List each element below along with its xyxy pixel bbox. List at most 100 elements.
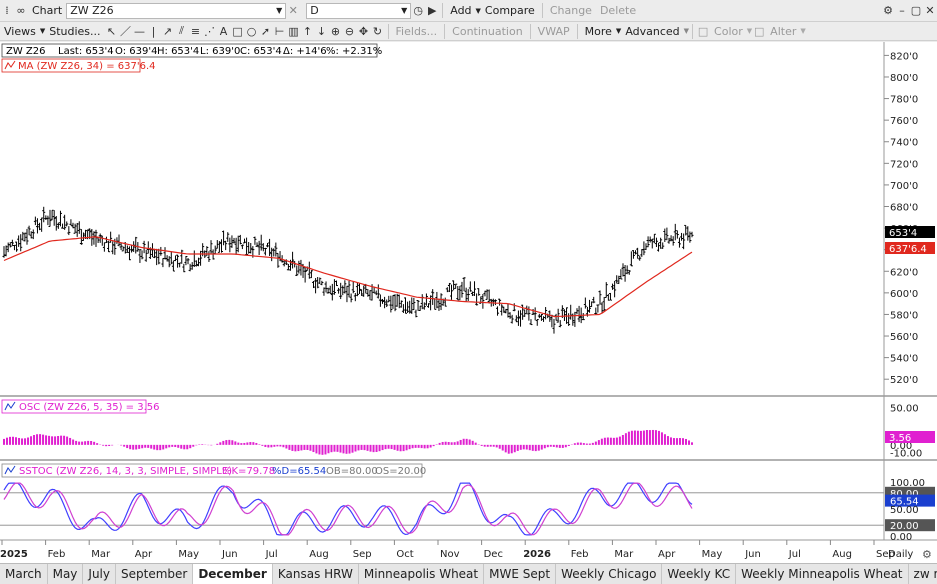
pan-icon[interactable]: ✥ [357,24,371,38]
ohlc-bar [330,283,334,301]
ohlc-bar [535,319,539,326]
contract-tab[interactable]: MWE Sept [484,564,557,584]
contract-tab[interactable]: Weekly Minneapolis Wheat [736,564,909,584]
period-value: D [310,4,319,17]
play-icon[interactable]: ▶ [425,4,439,18]
ohlc-bar [682,233,686,250]
k-series-line [3,482,693,536]
settings-icon[interactable]: ⚙ [922,548,932,561]
ray-icon[interactable]: ↗ [161,24,175,38]
text-tool-icon[interactable]: A [217,24,231,38]
continuation-button[interactable]: Continuation [448,23,527,40]
compare-button[interactable]: Compare [481,2,539,19]
chevron-down-icon[interactable]: ▼ [800,27,805,35]
ohlc-bar [642,241,646,256]
contract-tab[interactable]: Minneapolis Wheat [359,564,485,584]
studies-button[interactable]: Studies... [45,23,104,40]
alter-button[interactable]: Alter [766,23,800,40]
ohlc-bar [433,298,437,310]
price-tick-label: 620'0 [890,267,918,278]
bars-icon[interactable]: ▥ [287,24,301,38]
ohlc-bar [360,289,364,296]
contract-tab[interactable]: July [83,564,116,584]
price-tick-label: 700'0 [890,181,918,192]
price-axis[interactable]: 820'0 800'0 780'0 760'0 740'0 720'0 700'0 680'0… [884,51,918,386]
contract-tab[interactable]: December [193,564,273,584]
minimize-icon[interactable]: – [895,4,909,18]
contract-tab[interactable]: September [116,564,194,584]
legend-low: L: 639'0 [200,46,240,57]
zoom-in-icon[interactable]: ⊕ [329,24,343,38]
chevron-down-icon[interactable]: ▼ [684,27,689,35]
sstoc-os-text: OS=20.00 [375,466,426,477]
vwap-button[interactable]: VWAP [534,23,574,40]
sstoc-ob-text: OB=80.00 [326,466,378,477]
gann-icon[interactable]: ⋰ [203,24,217,38]
more-button[interactable]: More [581,23,616,40]
ohlc-bar [171,260,175,272]
arrow-down-icon[interactable]: ↓ [315,24,329,38]
line-tool-icon[interactable]: ／ [119,24,133,38]
time-tick-label: Apr [135,549,153,560]
ohlc-bar [498,298,502,306]
contract-tab[interactable]: Weekly KC [662,564,737,584]
advanced-button[interactable]: Advanced [621,23,683,40]
change-button[interactable]: Change [546,2,596,19]
ohlc-bar [15,241,19,252]
ohlc-bar [475,293,479,306]
time-tick-label: Aug [309,549,329,560]
arrow-icon[interactable]: ➚ [259,24,273,38]
ohlc-bar [496,306,500,316]
ohlc-bar [690,231,694,238]
marker-icon[interactable]: ⊢ [273,24,287,38]
cursor-icon[interactable]: ↖ [105,24,119,38]
refresh-icon[interactable]: ↻ [371,24,385,38]
contract-tab[interactable]: May [48,564,84,584]
horizontal-line-icon[interactable]: — [133,24,147,38]
alter-checkbox-icon[interactable]: □ [752,24,766,38]
maximize-icon[interactable]: ▢ [909,4,923,18]
rectangle-icon[interactable]: □ [231,24,245,38]
zoom-out-icon[interactable]: ⊖ [343,24,357,38]
ohlc-bar [590,301,594,307]
chart-canvas[interactable]: ZW Z26 Last: 653'4 O: 639'4 H: 653'4 L: … [0,42,937,563]
ellipse-icon[interactable]: ○ [245,24,259,38]
ohlc-bar [671,236,675,246]
close-window-icon[interactable]: ✕ [923,4,937,18]
vertical-line-icon[interactable]: | [147,24,161,38]
chart-area[interactable]: ZW Z26 Last: 653'4 O: 639'4 H: 653'4 L: … [0,42,937,563]
color-button[interactable]: Color [710,23,747,40]
contract-tab[interactable]: zw mwe [909,564,937,584]
ohlc-bar [255,242,259,247]
ohlc-bar [462,277,466,292]
contract-tab[interactable]: Weekly Chicago [556,564,663,584]
fields-button[interactable]: Fields... [392,23,442,40]
link-icon[interactable]: ∞ [14,4,28,18]
symbol-input[interactable]: ZW Z26 ▼ [66,2,287,19]
close-icon[interactable]: ✕ [286,4,300,18]
ohlc-bar [339,282,343,300]
chevron-down-icon[interactable]: ▼ [401,6,407,15]
clock-icon[interactable]: ◷ [411,4,425,18]
contract-tab[interactable]: March [0,564,48,584]
ohlc-bar [435,291,439,309]
ohlc-bar [608,292,612,301]
sstoc-axis[interactable]: 100.0080.0065.5450.0020.000.00 [885,478,935,543]
contract-tab[interactable]: Kansas HRW [273,564,359,584]
sstoc-legend-text: SSTOC (ZW Z26, 14, 3, 3, SIMPLE, SIMPLE) [19,466,232,477]
time-axis[interactable]: 2025 Feb Mar Apr May Jun Jul Aug Sep Oct Nov Dec 202… [0,540,895,560]
add-button[interactable]: Add [446,2,475,19]
channel-icon[interactable]: ⫽ [175,24,189,38]
arrow-up-icon[interactable]: ↑ [301,24,315,38]
views-button[interactable]: Views [0,23,40,40]
chevron-down-icon[interactable]: ▼ [276,6,282,15]
fib-icon[interactable]: ≡ [189,24,203,38]
delete-button[interactable]: Delete [596,2,640,19]
ohlc-bar [347,280,351,298]
period-input[interactable]: D ▼ [306,2,412,19]
settings-icon[interactable]: ⚙ [881,4,895,18]
ohlc-bar [391,294,395,309]
color-checkbox-icon[interactable]: □ [696,24,710,38]
legend-close: C: 653'4 [240,46,282,57]
ohlc-bar [654,237,658,248]
